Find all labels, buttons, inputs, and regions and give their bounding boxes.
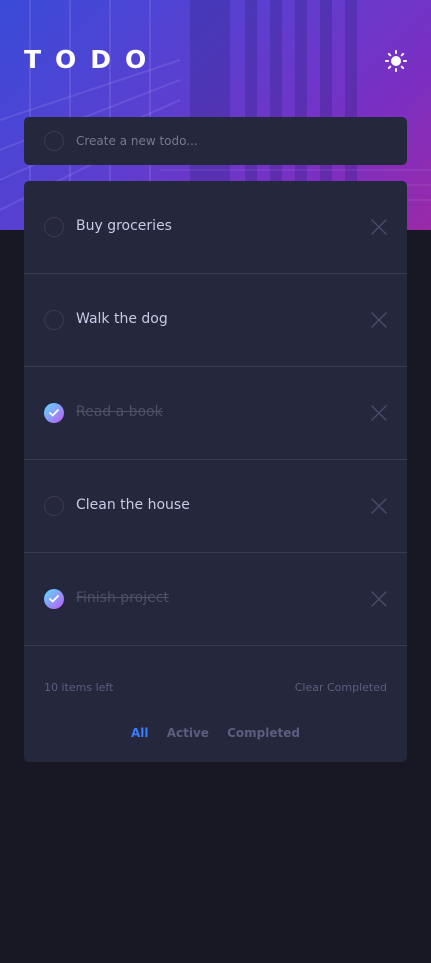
cross-icon[interactable] (371, 219, 387, 235)
cross-icon[interactable] (371, 591, 387, 607)
todo-text[interactable]: Buy groceries (76, 216, 172, 236)
todo-item: Buy groceries (24, 181, 407, 274)
new-todo-input[interactable] (76, 129, 386, 153)
todo-item: Clean the house (24, 460, 407, 553)
check-circle-icon[interactable] (44, 310, 64, 330)
todo-text[interactable]: Walk the dog (76, 309, 168, 329)
todo-list: Buy groceries Walk the dog Read a book C… (24, 181, 407, 762)
items-left-count: 10 items left (44, 681, 114, 694)
check-icon[interactable] (44, 403, 64, 423)
todo-item: Read a book (24, 367, 407, 460)
check-circle-icon[interactable] (44, 496, 64, 516)
clear-completed-button[interactable]: Clear Completed (295, 681, 387, 694)
cross-icon[interactable] (371, 405, 387, 421)
list-footer: 10 items left Clear Completed (44, 681, 387, 697)
filter-active[interactable]: Active (167, 726, 209, 740)
filter-completed[interactable]: Completed (227, 726, 300, 740)
new-todo-bar (24, 117, 407, 165)
todo-text[interactable]: Finish project (76, 588, 169, 608)
filter-all[interactable]: All (131, 726, 149, 740)
todo-item: Finish project (24, 553, 407, 646)
new-todo-circle-icon (44, 131, 64, 151)
todo-text[interactable]: Clean the house (76, 495, 190, 515)
filter-bar: All Active Completed (24, 726, 407, 740)
cross-icon[interactable] (371, 312, 387, 328)
app-title: TODO (24, 45, 161, 74)
check-circle-icon[interactable] (44, 217, 64, 237)
todo-item: Walk the dog (24, 274, 407, 367)
cross-icon[interactable] (371, 498, 387, 514)
sun-icon[interactable] (385, 50, 407, 72)
check-icon[interactable] (44, 589, 64, 609)
app-header: TODO (24, 44, 407, 76)
todo-text[interactable]: Read a book (76, 402, 163, 422)
